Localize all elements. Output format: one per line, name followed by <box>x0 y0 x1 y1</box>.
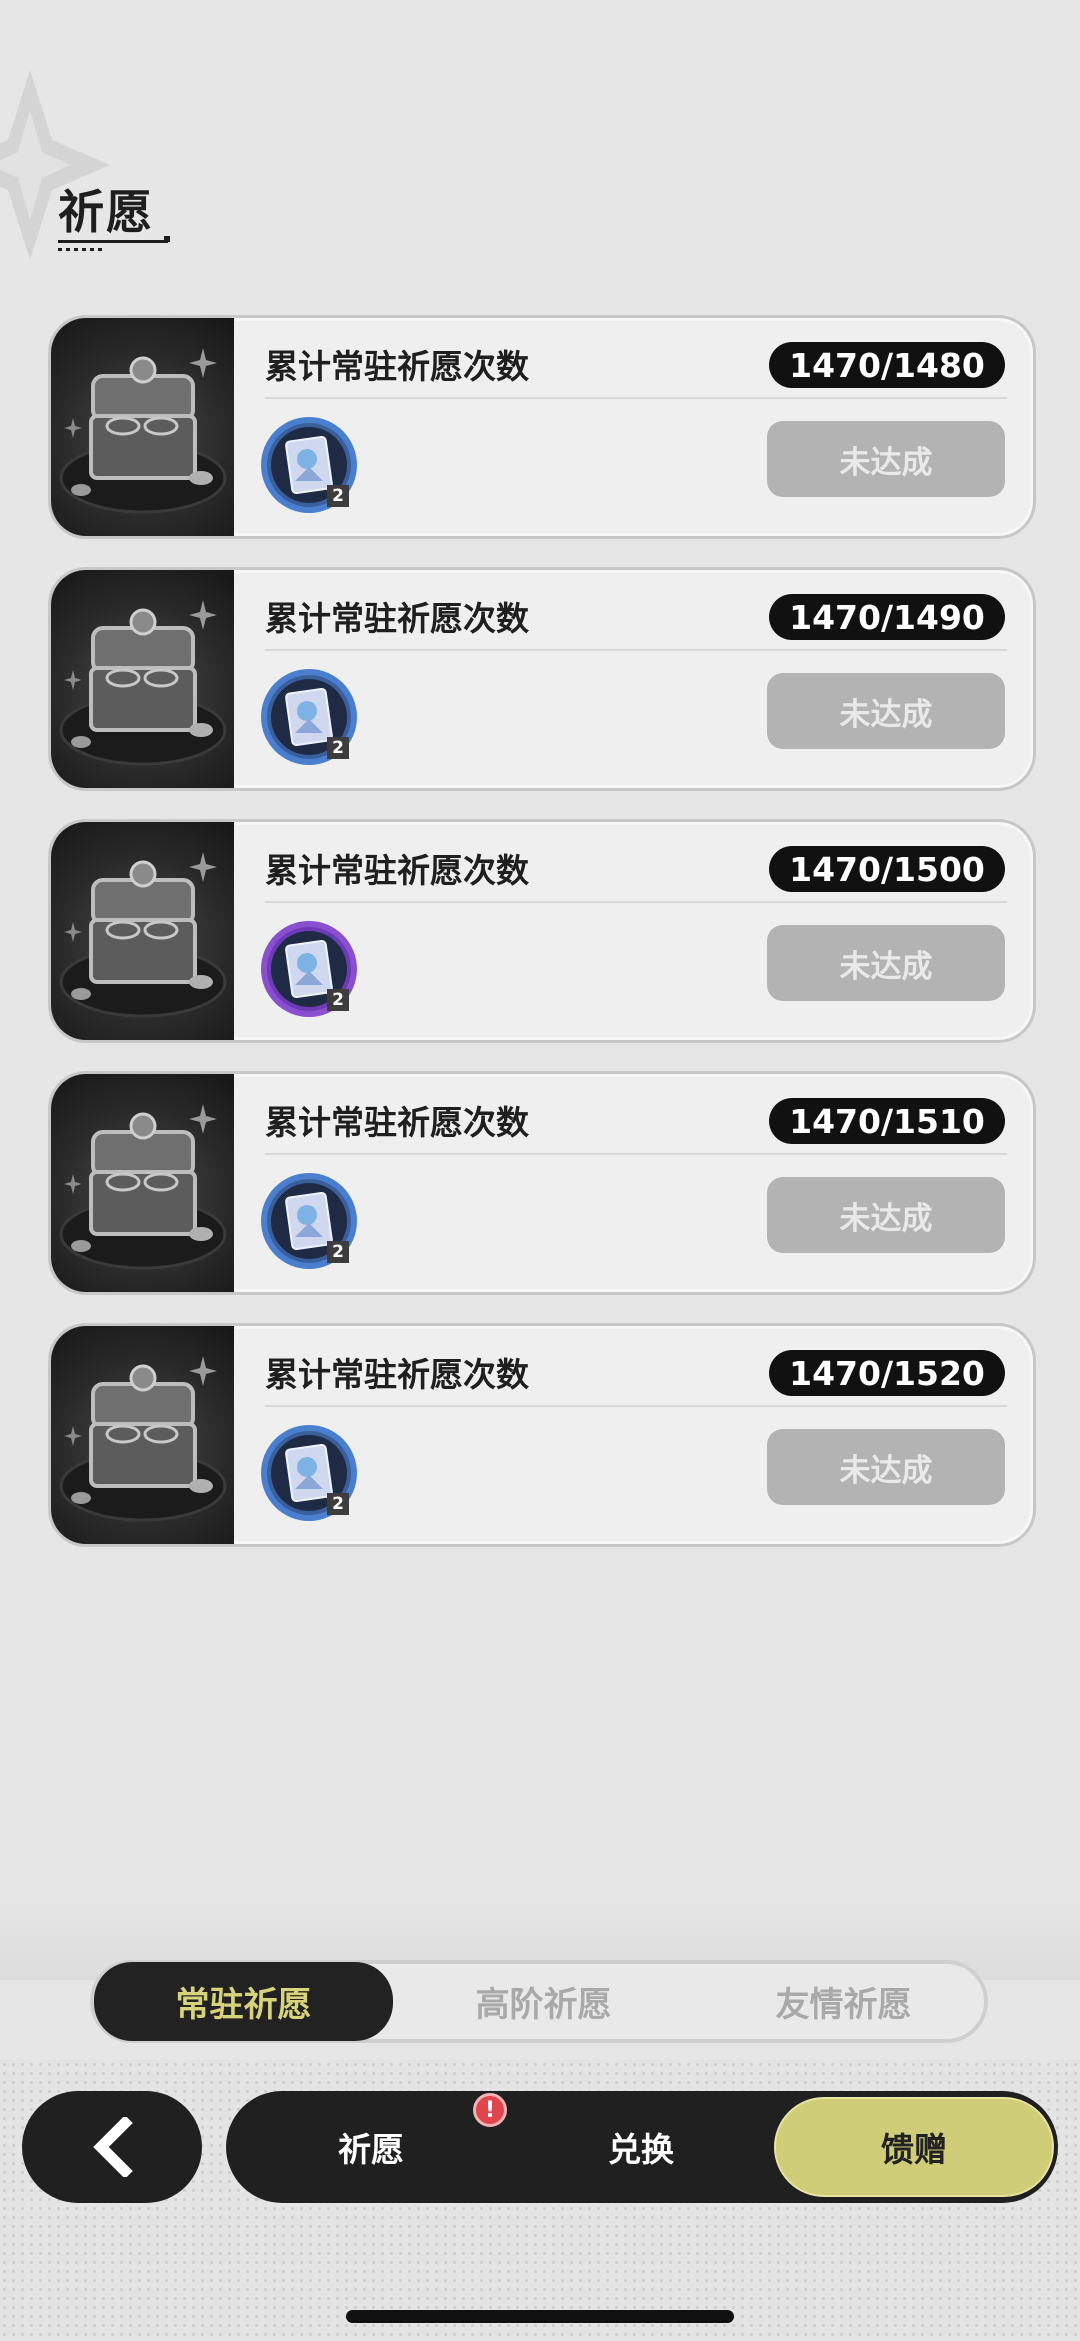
chest-icon <box>59 1104 227 1270</box>
reward-quantity: 2 <box>327 1493 349 1515</box>
progress-pill: 1470/1500 <box>769 846 1005 892</box>
card-label: 累计常驻祈愿次数 <box>265 1103 529 1142</box>
tab-friendship-wish[interactable]: 友情祈愿 <box>694 1964 993 2039</box>
nav-exchange[interactable]: 兑换 <box>496 2091 786 2203</box>
tab-standard-wish[interactable]: 常驻祈愿 <box>94 1962 393 2041</box>
card-label: 累计常驻祈愿次数 <box>265 347 529 386</box>
reward-item[interactable]: 2 <box>259 919 359 1019</box>
page-title: 祈愿 <box>58 185 154 239</box>
chest-thumbnail <box>51 822 234 1040</box>
card-label: 累计常驻祈愿次数 <box>265 599 529 638</box>
claim-status-button[interactable]: 未达成 <box>767 925 1005 1001</box>
progress-pill: 1470/1520 <box>769 1350 1005 1396</box>
chest-thumbnail <box>51 1074 234 1292</box>
chest-thumbnail <box>51 318 234 536</box>
tab-advanced-wish[interactable]: 高阶祈愿 <box>394 1964 693 2039</box>
card-label: 累计常驻祈愿次数 <box>265 851 529 890</box>
reward-card: 累计常驻祈愿次数 1470/1520 未达成 2 <box>48 1323 1036 1547</box>
card-divider <box>265 397 1007 399</box>
chest-thumbnail <box>51 1326 234 1544</box>
card-divider <box>265 649 1007 651</box>
chest-icon <box>59 600 227 766</box>
title-underline <box>58 240 168 243</box>
home-indicator[interactable] <box>346 2310 734 2323</box>
progress-pill: 1470/1480 <box>769 342 1005 388</box>
reward-card: 累计常驻祈愿次数 1470/1480 未达成 2 <box>48 315 1036 539</box>
back-button[interactable] <box>22 2091 202 2203</box>
nav-gift[interactable]: 馈赠 <box>774 2097 1054 2197</box>
reward-quantity: 2 <box>327 737 349 759</box>
claim-status-button[interactable]: 未达成 <box>767 1177 1005 1253</box>
bottom-nav: 祈愿 兑换 馈赠 <box>226 2091 1058 2203</box>
reward-card: 累计常驻祈愿次数 1470/1510 未达成 2 <box>48 1071 1036 1295</box>
banner-tab-bar: 常驻祈愿 高阶祈愿 友情祈愿 <box>90 1960 988 2043</box>
chevron-left-icon <box>93 2117 133 2177</box>
claim-status-button[interactable]: 未达成 <box>767 673 1005 749</box>
claim-status-button[interactable]: 未达成 <box>767 1429 1005 1505</box>
card-label: 累计常驻祈愿次数 <box>265 1355 529 1394</box>
progress-pill: 1470/1490 <box>769 594 1005 640</box>
chest-icon <box>59 852 227 1018</box>
progress-pill: 1470/1510 <box>769 1098 1005 1144</box>
chest-thumbnail <box>51 570 234 788</box>
reward-item[interactable]: 2 <box>259 415 359 515</box>
reward-quantity: 2 <box>327 1241 349 1263</box>
reward-item[interactable]: 2 <box>259 1171 359 1271</box>
card-divider <box>265 901 1007 903</box>
reward-card: 累计常驻祈愿次数 1470/1500 未达成 2 <box>48 819 1036 1043</box>
reward-item[interactable]: 2 <box>259 667 359 767</box>
card-divider <box>265 1153 1007 1155</box>
title-tick <box>164 236 170 242</box>
reward-card: 累计常驻祈愿次数 1470/1490 未达成 2 <box>48 567 1036 791</box>
reward-quantity: 2 <box>327 485 349 507</box>
card-divider <box>265 1405 1007 1407</box>
chest-icon <box>59 348 227 514</box>
reward-item[interactable]: 2 <box>259 1423 359 1523</box>
alert-badge: ! <box>473 2093 507 2127</box>
title-dots <box>58 248 104 251</box>
chest-icon <box>59 1356 227 1522</box>
reward-quantity: 2 <box>327 989 349 1011</box>
claim-status-button[interactable]: 未达成 <box>767 421 1005 497</box>
